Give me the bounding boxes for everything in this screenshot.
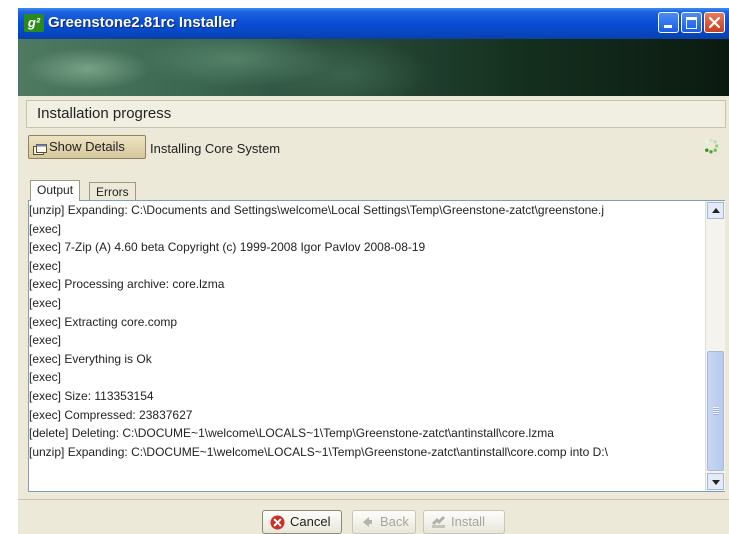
- log-line: [exec]: [29, 258, 62, 273]
- window-title: Greenstone2.81rc Installer: [48, 14, 237, 31]
- back-button[interactable]: Back: [352, 510, 416, 534]
- minimize-button[interactable]: [658, 12, 679, 33]
- page-title: Installation progress: [37, 105, 172, 122]
- log-line: [exec] Size: 113353154: [29, 388, 154, 403]
- log-line: [exec] Everything is Ok: [29, 351, 152, 366]
- output-log-panel[interactable]: [unzip] Expanding: C:\Documents and Sett…: [28, 200, 725, 492]
- log-line: [exec] 7-Zip (A) 4.60 beta Copyright (c)…: [29, 240, 426, 255]
- details-window-icon: [33, 141, 47, 163]
- scrollbar-thumb[interactable]: [707, 351, 724, 471]
- log-line: [exec] Extracting core.comp: [29, 314, 178, 329]
- title-bar[interactable]: g² Greenstone2.81rc Installer: [18, 8, 729, 39]
- status-text: Installing Core System: [150, 141, 281, 156]
- vertical-scrollbar[interactable]: [705, 201, 725, 491]
- back-label: Back: [380, 514, 409, 529]
- log-line: [exec]: [29, 221, 62, 236]
- install-label: Install: [451, 514, 485, 529]
- cancel-button[interactable]: Cancel: [262, 510, 342, 534]
- banner-image: [18, 39, 729, 96]
- install-button[interactable]: Install: [423, 510, 505, 534]
- close-button[interactable]: [704, 12, 725, 33]
- show-details-button[interactable]: Show Details: [28, 135, 146, 159]
- heading-bar: Installation progress: [26, 100, 726, 128]
- log-line: [exec] Compressed: 23837627: [29, 407, 193, 422]
- tab-output[interactable]: Output: [30, 180, 81, 201]
- tab-errors[interactable]: Errors: [89, 182, 136, 200]
- log-line: [delete] Deleting: C:\DOCUME~1\welcome\L…: [29, 426, 554, 441]
- footer-divider: [18, 499, 729, 500]
- log-line: [exec]: [29, 333, 62, 348]
- log-line: [exec]: [29, 370, 62, 385]
- close-icon: [708, 16, 721, 29]
- back-arrow-icon: [363, 517, 372, 527]
- cancel-label: Cancel: [290, 514, 331, 529]
- scroll-down-button[interactable]: [707, 473, 724, 490]
- show-details-label: Show Details: [49, 139, 125, 154]
- log-line: [exec] Processing archive: core.lzma: [29, 277, 225, 292]
- scroll-up-button[interactable]: [707, 202, 724, 219]
- log-line: [unzip] Expanding: C:\DOCUME~1\welcome\L…: [29, 444, 608, 459]
- cancel-x-icon: [270, 515, 285, 530]
- install-icon: [432, 516, 445, 528]
- log-line: [exec]: [29, 295, 62, 310]
- installer-window: g² Greenstone2.81rc Installer Installati…: [18, 8, 729, 534]
- busy-spinner-icon: [703, 138, 719, 154]
- app-icon: g²: [24, 14, 44, 32]
- log-lines: [unzip] Expanding: C:\Documents and Sett…: [29, 201, 704, 491]
- log-line: [unzip] Expanding: C:\Documents and Sett…: [29, 203, 604, 217]
- maximize-button[interactable]: [681, 12, 702, 33]
